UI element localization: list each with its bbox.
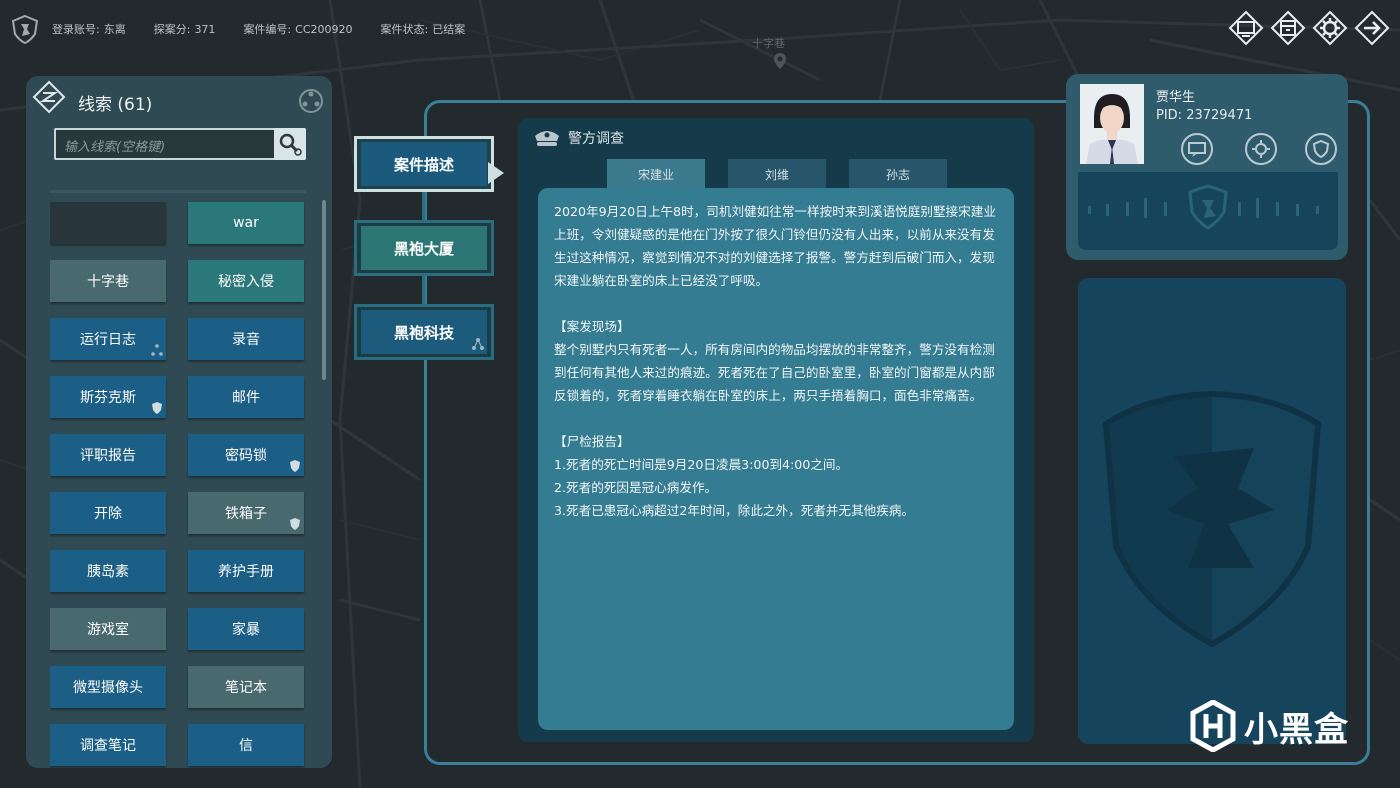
clue-item[interactable]: 家暴 [188,608,304,650]
network-icon [151,344,163,356]
shield-icon [290,460,300,472]
signal-strip [1078,172,1338,250]
side-tab-label: 案件描述 [361,142,487,186]
clue-item-label: 游戏室 [87,622,129,638]
clue-item[interactable]: war [188,202,304,244]
police-shield-emblem-icon [1102,390,1322,648]
crime-scene-paragraph: 【案发现场】 整个别墅内只有死者一人，所有房间内的物品均摆放的非常整齐，警方没有… [554,319,995,403]
clue-item[interactable]: 信 [188,724,304,766]
clue-item-label: 运行日志 [80,332,136,348]
clue-count: (61) [117,95,153,115]
clue-item[interactable]: 笔记本 [188,666,304,708]
shield-icon[interactable] [1304,132,1338,166]
clue-network-icon[interactable] [298,88,324,114]
tab-connector [422,190,425,220]
clue-item[interactable]: 铁箱子 [188,492,304,534]
clue-item-label: 笔记本 [225,680,267,696]
detective-pid: PID: 23729471 [1156,108,1253,123]
clue-item[interactable]: 十字巷 [50,260,166,302]
clue-item[interactable]: 邮件 [188,376,304,418]
clue-item-label: 铁箱子 [225,506,267,522]
clue-item[interactable]: 运行日志 [50,318,166,360]
tab-connector [422,276,425,304]
police-badge-logo-icon [11,14,39,44]
clue-category-icon[interactable] [32,80,66,114]
exit-icon[interactable] [1354,10,1390,46]
police-cap-icon [535,131,559,146]
clue-item-label: 斯芬克斯 [80,390,136,406]
clue-item-label: 密码锁 [225,448,267,464]
clue-item-label: 调查笔记 [80,738,136,754]
network-icon [472,338,484,350]
clue-item-label: 家暴 [232,622,260,638]
clue-item[interactable]: 调查笔记 [50,724,166,766]
clue-item-label: 微型摄像头 [73,680,143,696]
map-pin-icon [774,53,786,69]
autopsy-paragraph: 【尸检报告】 1.死者的死亡时间是9月20日凌晨3:00到4:00之间。 2.死… [554,434,915,518]
settings-gear-icon[interactable] [1244,132,1278,166]
person-tab-sun-zhi[interactable]: 孙志 [849,159,947,189]
shield-icon [290,518,300,530]
person-tab-song-jianye[interactable]: 宋建业 [607,159,705,189]
side-tab-blackrobe-building[interactable]: 黑袍大厦 [354,220,494,276]
police-investigation-card: 警方调查 宋建业 刘维 孙志 2020年9月20日上午8时，司机刘健如往常一样按… [518,118,1034,742]
top-toolbar [1228,10,1390,46]
police-investigation-title: 警方调查 [568,131,624,147]
clue-divider [50,190,306,193]
clue-item[interactable]: 斯芬克斯 [50,376,166,418]
case-description-text: 2020年9月20日上午8时，司机刘健如往常一样按时来到溪语悦庭别墅接宋建业上班… [538,188,1014,730]
clue-item-label: 胰岛素 [87,564,129,580]
clue-item[interactable]: 开除 [50,492,166,534]
side-tab-blackrobe-tech[interactable]: 黑袍科技 [354,304,494,360]
xiaoheihe-logo-icon [1190,700,1236,752]
active-tab-pointer-icon [488,162,504,184]
avatar [1080,84,1144,164]
clue-item-label: 秘密入侵 [218,274,274,290]
case-status: 案件状态: 已结案 [380,23,466,36]
emblem-panel [1078,278,1346,744]
login-account: 登录账号: 东离 [52,23,126,36]
side-tab-case-description[interactable]: 案件描述 [354,136,494,192]
clue-search-input[interactable]: 输入线索(空格键) [54,128,302,160]
status-bar: 登录账号: 东离 探案分: 371 案件编号: CC200920 案件状态: 已结案 [10,12,493,46]
clue-item[interactable] [50,202,166,244]
detective-profile-card: 贾华生 PID: 23729471 [1066,74,1348,260]
settings-gear-icon[interactable] [1312,10,1348,46]
clue-title: 线索 (61) [78,95,153,115]
side-tab-label: 黑袍大厦 [361,226,487,270]
chat-icon[interactable] [1180,132,1214,166]
clue-item[interactable]: 评职报告 [50,434,166,476]
screen-icon[interactable] [1228,10,1264,46]
map-street-label: 十字巷 [752,37,785,50]
detective-name: 贾华生 [1156,90,1196,105]
person-tab-liu-wei[interactable]: 刘维 [728,159,826,189]
clue-item-label: 邮件 [232,390,260,406]
clue-item[interactable]: 录音 [188,318,304,360]
xiaoheihe-watermark: 小黑盒 [1190,700,1349,752]
clue-item[interactable]: 游戏室 [50,608,166,650]
clue-item[interactable]: 微型摄像头 [50,666,166,708]
clue-item[interactable]: 胰岛素 [50,550,166,592]
detective-score: 探案分: 371 [153,23,216,36]
watermark-text: 小黑盒 [1244,709,1349,750]
clue-item-label: 录音 [232,332,260,348]
archive-icon[interactable] [1270,10,1306,46]
clue-item-label: 信 [239,738,253,754]
clue-item-label: war [233,215,259,231]
case-number: 案件编号: CC200920 [243,23,353,36]
clue-scrollbar[interactable] [322,200,326,380]
shield-icon [152,402,162,414]
clue-item-label: 十字巷 [87,274,129,290]
clue-item-label: 开除 [94,506,122,522]
clue-item-label: 评职报告 [80,448,136,464]
side-tab-label: 黑袍科技 [361,310,487,354]
clue-item-label: 养护手册 [218,564,274,580]
clue-panel: 线索 (61) 输入线索(空格键) war 十字巷 秘密入侵运行日志 录音斯芬克斯 邮件… [26,76,332,768]
description-paragraph: 2020年9月20日上午8时，司机刘健如往常一样按时来到溪语悦庭别墅接宋建业上班… [554,204,996,288]
clue-item[interactable]: 养护手册 [188,550,304,592]
clue-item[interactable]: 秘密入侵 [188,260,304,302]
clue-grid: war 十字巷 秘密入侵运行日志 录音斯芬克斯 邮件评职报告 密码锁开除 铁箱子胰岛素 养护手… [50,202,306,768]
clue-item[interactable]: 密码锁 [188,434,304,476]
search-icon[interactable] [274,128,306,160]
